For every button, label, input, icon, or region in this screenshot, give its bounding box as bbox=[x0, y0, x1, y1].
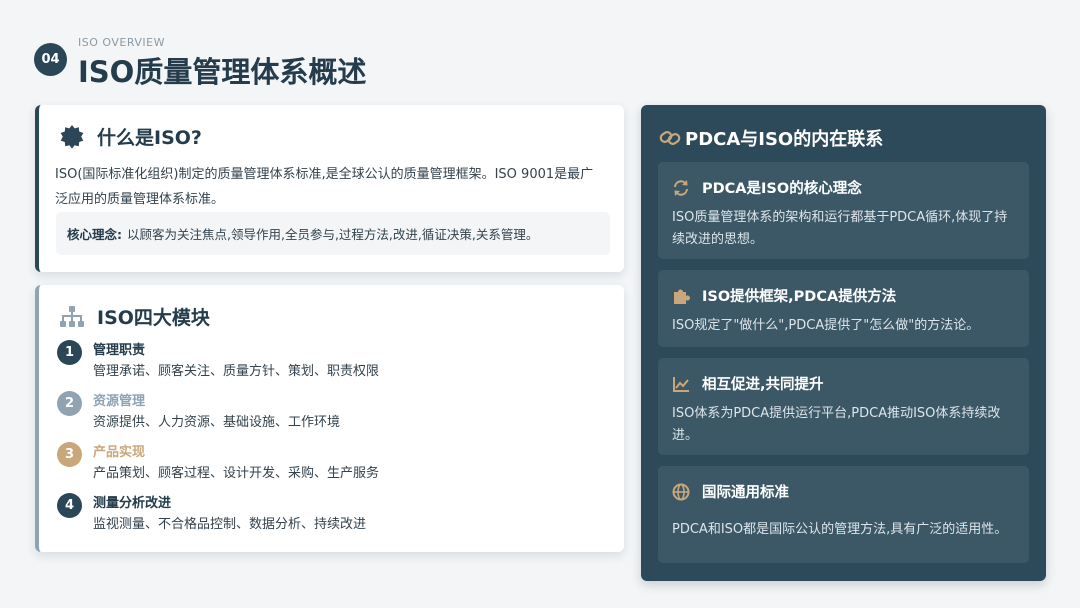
module-item: 1 管理职责 管理承诺、顾客关注、质量方针、策划、职责权限 bbox=[55, 340, 615, 391]
module-description: 监视测量、不合格品控制、数据分析、持续改进 bbox=[93, 517, 367, 532]
module-title: 产品实现 bbox=[93, 445, 146, 460]
module-item: 2 资源管理 资源提供、人力资源、基础设施、工作环境 bbox=[55, 391, 615, 442]
module-number: 3 bbox=[57, 442, 82, 467]
page-title: ISO质量管理体系概述 bbox=[78, 55, 367, 89]
core-concept-label: 核心理念: bbox=[67, 227, 122, 242]
relation-card-text: ISO体系为PDCA提供运行平台,PDCA推动ISO体系持续改 进。 bbox=[672, 406, 1001, 443]
module-item: 4 测量分析改进 监视测量、不合格品控制、数据分析、持续改进 bbox=[55, 493, 615, 544]
what-is-iso-title: 什么是ISO? bbox=[97, 127, 202, 149]
relation-card: 国际通用标准 PDCA和ISO都是国际公认的管理方法,具有广泛的适用性。 bbox=[658, 466, 1029, 563]
relation-card-text: PDCA和ISO都是国际公认的管理方法,具有广泛的适用性。 bbox=[672, 522, 1008, 537]
relation-card: 相互促进,共同提升 ISO体系为PDCA提供运行平台,PDCA推动ISO体系持续… bbox=[658, 358, 1029, 455]
module-title: 资源管理 bbox=[93, 394, 146, 409]
relation-card: ISO提供框架,PDCA提供方法 ISO规定了"做什么",PDCA提供了"怎么做… bbox=[658, 270, 1029, 347]
relation-card-text: ISO质量管理体系的架构和运行都基于PDCA循环,体现了持 续改进的思想。 bbox=[672, 210, 1008, 247]
pdca-iso-header: PDCA与ISO的内在联系 bbox=[659, 125, 883, 151]
module-number: 4 bbox=[57, 493, 82, 518]
chart-line-icon bbox=[672, 375, 690, 393]
module-description: 产品策划、顾客过程、设计开发、采购、生产服务 bbox=[93, 466, 380, 481]
page-subtitle: ISO OVERVIEW bbox=[78, 36, 165, 49]
hierarchy-icon bbox=[59, 305, 85, 329]
module-item: 3 产品实现 产品策划、顾客过程、设计开发、采购、生产服务 bbox=[55, 442, 615, 493]
relation-card-title: 相互促进,共同提升 bbox=[702, 377, 824, 393]
puzzle-icon bbox=[672, 287, 690, 305]
module-title: 测量分析改进 bbox=[93, 496, 172, 511]
section-number-badge: 04 bbox=[34, 43, 67, 76]
link-icon bbox=[659, 128, 681, 148]
module-list: 1 管理职责 管理承诺、顾客关注、质量方针、策划、职责权限 2 资源管理 资源提… bbox=[55, 340, 615, 544]
relation-card: PDCA是ISO的核心理念 ISO质量管理体系的架构和运行都基于PDCA循环,体… bbox=[658, 162, 1029, 259]
iso-modules-card: ISO四大模块 1 管理职责 管理承诺、顾客关注、质量方针、策划、职责权限 2 … bbox=[35, 285, 624, 552]
what-is-iso-description: ISO(国际标准化组织)制定的质量管理体系标准,是全球公认的质量管理框架。ISO… bbox=[55, 167, 594, 207]
certificate-seal-icon bbox=[59, 124, 85, 150]
relation-card-title: PDCA是ISO的核心理念 bbox=[702, 181, 862, 197]
relation-card-header: PDCA是ISO的核心理念 bbox=[672, 177, 862, 198]
iso-modules-header: ISO四大模块 bbox=[59, 303, 210, 330]
pdca-iso-panel: PDCA与ISO的内在联系 PDCA是ISO的核心理念 ISO质量管理体系的架构… bbox=[641, 105, 1046, 581]
iso-modules-title: ISO四大模块 bbox=[97, 307, 210, 329]
module-description: 管理承诺、顾客关注、质量方针、策划、职责权限 bbox=[93, 364, 380, 379]
module-description: 资源提供、人力资源、基础设施、工作环境 bbox=[93, 415, 341, 430]
globe-icon bbox=[672, 483, 690, 501]
module-number: 2 bbox=[57, 391, 82, 416]
module-number: 1 bbox=[57, 340, 82, 365]
core-concept-text: 以顾客为关注焦点,领导作用,全员参与,过程方法,改进,循证决策,关系管理。 bbox=[127, 227, 539, 242]
relation-card-header: 相互促进,共同提升 bbox=[672, 373, 824, 394]
relation-card-title: 国际通用标准 bbox=[702, 485, 789, 501]
module-title: 管理职责 bbox=[93, 343, 146, 358]
relation-card-header: ISO提供框架,PDCA提供方法 bbox=[672, 285, 896, 306]
what-is-iso-card: 什么是ISO? ISO(国际标准化组织)制定的质量管理体系标准,是全球公认的质量… bbox=[35, 105, 624, 272]
relation-card-header: 国际通用标准 bbox=[672, 481, 789, 502]
core-concept-box: 核心理念: 以顾客为关注焦点,领导作用,全员参与,过程方法,改进,循证决策,关系… bbox=[56, 212, 610, 255]
relation-card-title: ISO提供框架,PDCA提供方法 bbox=[702, 289, 897, 305]
what-is-iso-header: 什么是ISO? bbox=[59, 123, 202, 150]
relation-card-text: ISO规定了"做什么",PDCA提供了"怎么做"的方法论。 bbox=[672, 318, 980, 333]
refresh-icon bbox=[672, 179, 690, 197]
pdca-iso-title: PDCA与ISO的内在联系 bbox=[685, 129, 884, 150]
